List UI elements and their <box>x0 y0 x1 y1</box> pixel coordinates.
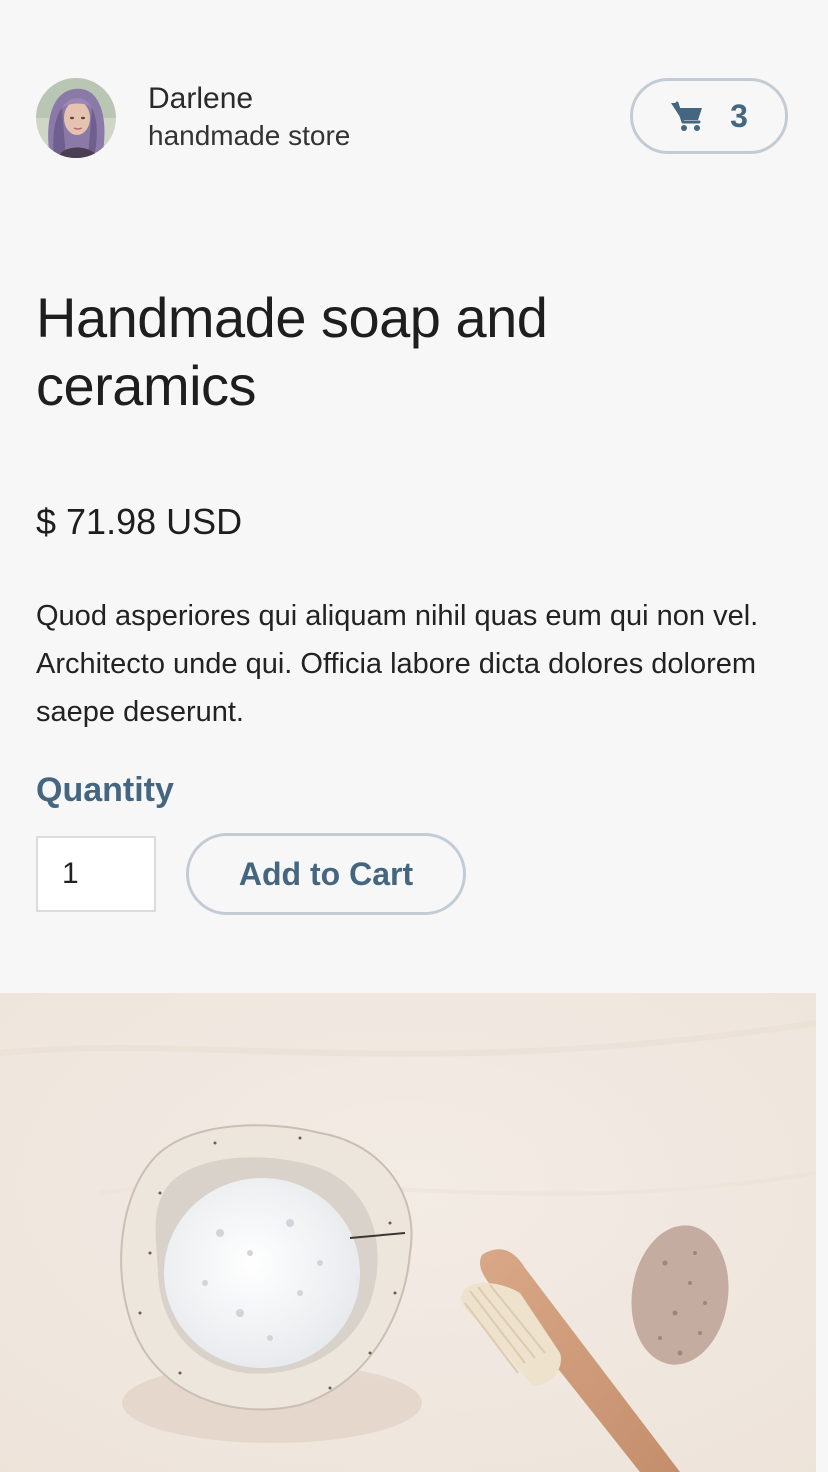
product-image <box>0 993 816 1472</box>
store-avatar[interactable] <box>36 78 116 158</box>
store-header: Darlene handmade store 3 <box>0 0 828 200</box>
store-name: Darlene <box>148 82 254 115</box>
cart-icon <box>670 100 704 132</box>
product-description: Quod asperiores qui aliquam nihil quas e… <box>36 600 759 728</box>
cart-button[interactable]: 3 <box>630 78 788 154</box>
product-price: $ 71.98 USD <box>36 501 243 542</box>
store-tagline: handmade store <box>148 120 351 151</box>
cart-count-badge: 3 <box>730 97 748 134</box>
quantity-label: Quantity <box>36 771 174 809</box>
product-title: Handmade soap and ceramics <box>36 286 548 417</box>
quantity-input[interactable] <box>36 836 156 912</box>
add-to-cart-button[interactable]: Add to Cart <box>186 833 466 915</box>
